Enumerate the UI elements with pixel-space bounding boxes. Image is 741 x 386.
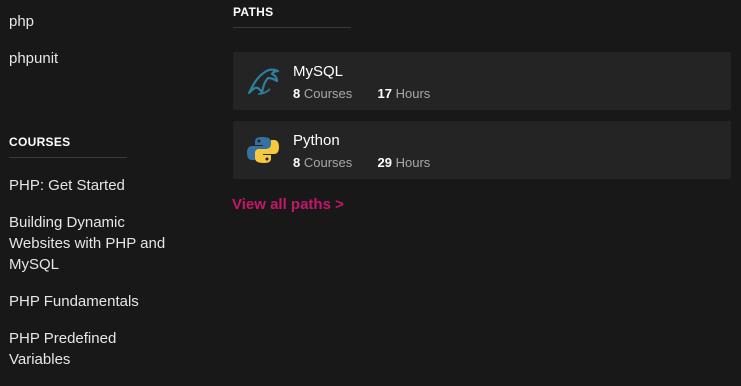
python-logo-icon [245,132,281,168]
course-link-php-get-started[interactable]: PHP: Get Started [9,175,179,196]
path-card-python[interactable]: Python 8 Courses 29 Hours [233,121,731,179]
courses-label: Courses [303,86,353,101]
path-meta: 8 Courses 17 Hours [293,86,430,101]
hours-count: 17 [377,86,392,101]
tag-link-php[interactable]: php [9,12,34,32]
hours-count: 29 [377,155,392,170]
path-meta: 8 Courses 29 Hours [293,155,430,170]
paths-heading: PATHS [233,5,351,28]
view-all-paths-link[interactable]: View all paths > [232,196,344,213]
tag-link-phpunit[interactable]: phpunit [9,49,58,69]
courses-count: 8 [293,155,301,170]
mysql-dolphin-icon [245,63,281,99]
path-card-mysql[interactable]: MySQL 8 Courses 17 Hours [233,52,731,110]
course-link-php-predefined-variables[interactable]: PHP Predefined Variables [9,328,179,370]
course-list: PHP: Get Started Building Dynamic Websit… [9,175,179,386]
courses-count: 8 [293,86,301,101]
hours-label: Hours [395,86,431,101]
path-title: Python [293,132,340,149]
path-title: MySQL [293,63,344,80]
courses-heading: COURSES [9,135,127,158]
hours-label: Hours [395,155,431,170]
course-link-php-fundamentals[interactable]: PHP Fundamentals [9,291,179,312]
course-link-building-dynamic-websites[interactable]: Building Dynamic Websites with PHP and M… [9,212,179,275]
courses-label: Courses [303,155,353,170]
